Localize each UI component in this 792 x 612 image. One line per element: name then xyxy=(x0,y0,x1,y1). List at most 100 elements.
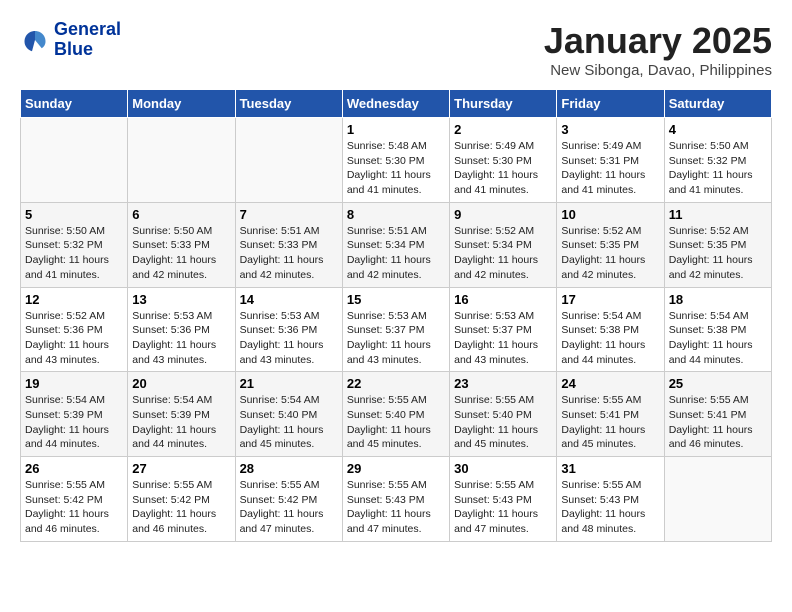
day-info: Sunrise: 5:49 AMSunset: 5:31 PMDaylight:… xyxy=(561,139,659,198)
weekday-header-tuesday: Tuesday xyxy=(235,90,342,118)
day-info: Sunrise: 5:55 AMSunset: 5:42 PMDaylight:… xyxy=(240,478,338,537)
day-info: Sunrise: 5:51 AMSunset: 5:33 PMDaylight:… xyxy=(240,224,338,283)
day-number: 1 xyxy=(347,122,445,137)
day-info: Sunrise: 5:50 AMSunset: 5:32 PMDaylight:… xyxy=(25,224,123,283)
day-number: 17 xyxy=(561,292,659,307)
weekday-header-sunday: Sunday xyxy=(21,90,128,118)
calendar-cell: 6 Sunrise: 5:50 AMSunset: 5:33 PMDaylight… xyxy=(128,202,235,287)
weekday-header-monday: Monday xyxy=(128,90,235,118)
day-number: 7 xyxy=(240,207,338,222)
calendar-cell: 4Sunrise: 5:50 AMSunset: 5:32 PMDaylight… xyxy=(664,118,771,203)
day-info: Sunrise: 5:53 AMSunset: 5:37 PMDaylight:… xyxy=(454,309,552,368)
weekday-header-row: SundayMondayTuesdayWednesdayThursdayFrid… xyxy=(21,90,772,118)
calendar-cell: 19 Sunrise: 5:54 AMSunset: 5:39 PMDayligh… xyxy=(21,372,128,457)
day-info: Sunrise: 5:54 AMSunset: 5:38 PMDaylight:… xyxy=(561,309,659,368)
day-info: Sunrise: 5:55 AMSunset: 5:41 PMDaylight:… xyxy=(669,393,767,452)
calendar-cell xyxy=(664,457,771,542)
day-number: 19 xyxy=(25,376,123,391)
calendar-cell: 5Sunrise: 5:50 AMSunset: 5:32 PMDaylight… xyxy=(21,202,128,287)
calendar-cell: 13 Sunrise: 5:53 AMSunset: 5:36 PMDayligh… xyxy=(128,287,235,372)
day-info: Sunrise: 5:54 AMSunset: 5:38 PMDaylight:… xyxy=(669,309,767,368)
calendar-cell: 31Sunrise: 5:55 AMSunset: 5:43 PMDayligh… xyxy=(557,457,664,542)
day-info: Sunrise: 5:52 AMSunset: 5:35 PMDaylight:… xyxy=(561,224,659,283)
day-number: 23 xyxy=(454,376,552,391)
logo-text: General Blue xyxy=(54,20,121,60)
day-number: 8 xyxy=(347,207,445,222)
day-info: Sunrise: 5:51 AMSunset: 5:34 PMDaylight:… xyxy=(347,224,445,283)
calendar-cell: 15 Sunrise: 5:53 AMSunset: 5:37 PMDayligh… xyxy=(342,287,449,372)
day-number: 22 xyxy=(347,376,445,391)
month-title: January 2025 xyxy=(544,20,772,62)
calendar-cell: 25 Sunrise: 5:55 AMSunset: 5:41 PMDayligh… xyxy=(664,372,771,457)
day-number: 11 xyxy=(669,207,767,222)
day-info: Sunrise: 5:52 AMSunset: 5:35 PMDaylight:… xyxy=(669,224,767,283)
calendar-cell: 10 Sunrise: 5:52 AMSunset: 5:35 PMDayligh… xyxy=(557,202,664,287)
calendar-cell: 23 Sunrise: 5:55 AMSunset: 5:40 PMDayligh… xyxy=(450,372,557,457)
day-info: Sunrise: 5:54 AMSunset: 5:39 PMDaylight:… xyxy=(25,393,123,452)
day-number: 27 xyxy=(132,461,230,476)
day-info: Sunrise: 5:53 AMSunset: 5:37 PMDaylight:… xyxy=(347,309,445,368)
day-number: 24 xyxy=(561,376,659,391)
calendar-cell: 1 Sunrise: 5:48 AMSunset: 5:30 PMDaylight… xyxy=(342,118,449,203)
day-info: Sunrise: 5:50 AMSunset: 5:33 PMDaylight:… xyxy=(132,224,230,283)
day-info: Sunrise: 5:48 AMSunset: 5:30 PMDaylight:… xyxy=(347,139,445,198)
calendar-header: SundayMondayTuesdayWednesdayThursdayFrid… xyxy=(21,90,772,118)
calendar-cell: 9 Sunrise: 5:52 AMSunset: 5:34 PMDaylight… xyxy=(450,202,557,287)
day-number: 25 xyxy=(669,376,767,391)
day-info: Sunrise: 5:55 AMSunset: 5:40 PMDaylight:… xyxy=(454,393,552,452)
calendar-cell: 26Sunrise: 5:55 AMSunset: 5:42 PMDayligh… xyxy=(21,457,128,542)
logo: General Blue xyxy=(20,20,121,60)
day-info: Sunrise: 5:55 AMSunset: 5:43 PMDaylight:… xyxy=(561,478,659,537)
day-info: Sunrise: 5:55 AMSunset: 5:42 PMDaylight:… xyxy=(25,478,123,537)
day-info: Sunrise: 5:54 AMSunset: 5:40 PMDaylight:… xyxy=(240,393,338,452)
calendar-cell: 28Sunrise: 5:55 AMSunset: 5:42 PMDayligh… xyxy=(235,457,342,542)
weekday-header-thursday: Thursday xyxy=(450,90,557,118)
day-number: 29 xyxy=(347,461,445,476)
calendar-cell xyxy=(128,118,235,203)
calendar-cell: 20 Sunrise: 5:54 AMSunset: 5:39 PMDayligh… xyxy=(128,372,235,457)
day-info: Sunrise: 5:55 AMSunset: 5:43 PMDaylight:… xyxy=(347,478,445,537)
calendar-cell: 7 Sunrise: 5:51 AMSunset: 5:33 PMDaylight… xyxy=(235,202,342,287)
day-info: Sunrise: 5:54 AMSunset: 5:39 PMDaylight:… xyxy=(132,393,230,452)
day-number: 10 xyxy=(561,207,659,222)
day-info: Sunrise: 5:52 AMSunset: 5:36 PMDaylight:… xyxy=(25,309,123,368)
weekday-header-saturday: Saturday xyxy=(664,90,771,118)
calendar-cell: 12 Sunrise: 5:52 AMSunset: 5:36 PMDayligh… xyxy=(21,287,128,372)
day-info: Sunrise: 5:53 AMSunset: 5:36 PMDaylight:… xyxy=(132,309,230,368)
calendar-cell: 29 Sunrise: 5:55 AMSunset: 5:43 PMDayligh… xyxy=(342,457,449,542)
day-number: 12 xyxy=(25,292,123,307)
day-info: Sunrise: 5:50 AMSunset: 5:32 PMDaylight:… xyxy=(669,139,767,198)
day-info: Sunrise: 5:49 AMSunset: 5:30 PMDaylight:… xyxy=(454,139,552,198)
day-number: 3 xyxy=(561,122,659,137)
day-info: Sunrise: 5:55 AMSunset: 5:42 PMDaylight:… xyxy=(132,478,230,537)
day-info: Sunrise: 5:55 AMSunset: 5:43 PMDaylight:… xyxy=(454,478,552,537)
weekday-header-wednesday: Wednesday xyxy=(342,90,449,118)
day-number: 30 xyxy=(454,461,552,476)
calendar-week-4: 19 Sunrise: 5:54 AMSunset: 5:39 PMDayligh… xyxy=(21,372,772,457)
day-info: Sunrise: 5:55 AMSunset: 5:41 PMDaylight:… xyxy=(561,393,659,452)
calendar-cell: 14Sunrise: 5:53 AMSunset: 5:36 PMDayligh… xyxy=(235,287,342,372)
title-block: January 2025 New Sibonga, Davao, Philipp… xyxy=(544,20,772,79)
day-info: Sunrise: 5:53 AMSunset: 5:36 PMDaylight:… xyxy=(240,309,338,368)
page-header: General Blue January 2025 New Sibonga, D… xyxy=(20,20,772,79)
calendar-week-5: 26Sunrise: 5:55 AMSunset: 5:42 PMDayligh… xyxy=(21,457,772,542)
calendar-week-1: 1 Sunrise: 5:48 AMSunset: 5:30 PMDaylight… xyxy=(21,118,772,203)
day-number: 15 xyxy=(347,292,445,307)
day-info: Sunrise: 5:52 AMSunset: 5:34 PMDaylight:… xyxy=(454,224,552,283)
day-number: 13 xyxy=(132,292,230,307)
day-number: 20 xyxy=(132,376,230,391)
calendar-cell: 27 Sunrise: 5:55 AMSunset: 5:42 PMDayligh… xyxy=(128,457,235,542)
calendar-cell: 18Sunrise: 5:54 AMSunset: 5:38 PMDayligh… xyxy=(664,287,771,372)
day-number: 9 xyxy=(454,207,552,222)
calendar-cell: 30 Sunrise: 5:55 AMSunset: 5:43 PMDayligh… xyxy=(450,457,557,542)
calendar-cell xyxy=(21,118,128,203)
calendar-table: SundayMondayTuesdayWednesdayThursdayFrid… xyxy=(20,89,772,542)
calendar-cell: 17 Sunrise: 5:54 AMSunset: 5:38 PMDayligh… xyxy=(557,287,664,372)
day-info: Sunrise: 5:55 AMSunset: 5:40 PMDaylight:… xyxy=(347,393,445,452)
calendar-cell: 22 Sunrise: 5:55 AMSunset: 5:40 PMDayligh… xyxy=(342,372,449,457)
calendar-cell: 8 Sunrise: 5:51 AMSunset: 5:34 PMDaylight… xyxy=(342,202,449,287)
calendar-cell: 16Sunrise: 5:53 AMSunset: 5:37 PMDayligh… xyxy=(450,287,557,372)
calendar-cell: 24 Sunrise: 5:55 AMSunset: 5:41 PMDayligh… xyxy=(557,372,664,457)
day-number: 6 xyxy=(132,207,230,222)
weekday-header-friday: Friday xyxy=(557,90,664,118)
